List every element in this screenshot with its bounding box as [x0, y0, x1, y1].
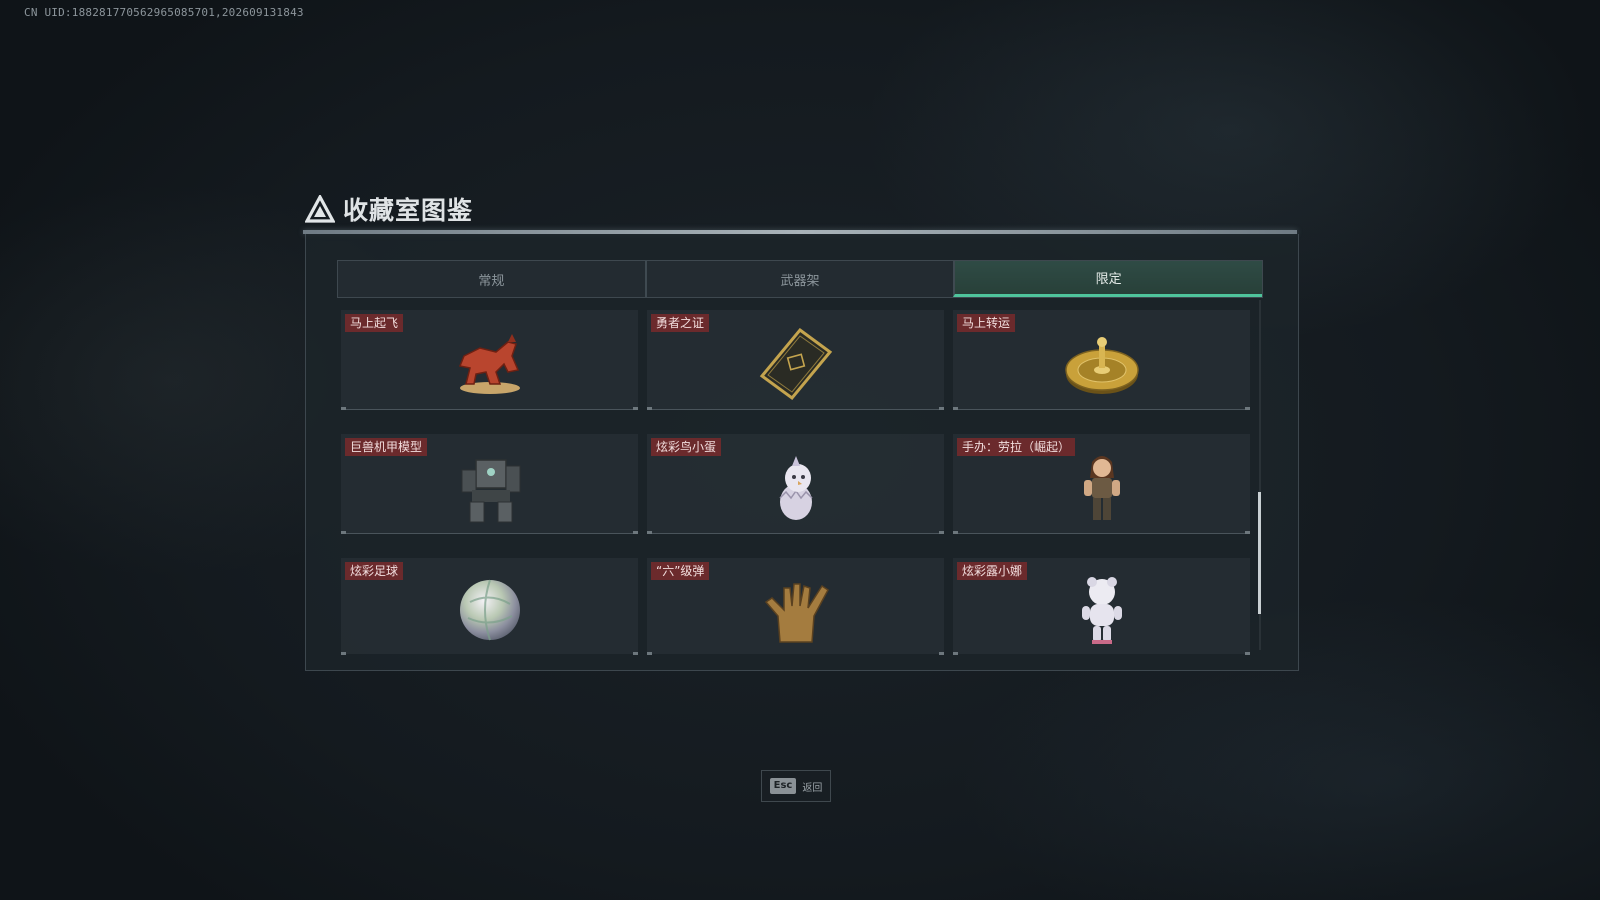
- item-card[interactable]: 炫彩足球: [341, 558, 638, 655]
- mech-model-icon: [461, 458, 520, 522]
- item-card[interactable]: 马上转运: [953, 310, 1250, 410]
- item-name: 马上起飞: [345, 314, 404, 332]
- item-name: 炫彩鸟小蛋: [651, 438, 722, 456]
- item-grid: 马上起飞 勇者之证 马上转运 巨兽机甲模型 炫彩鸟小蛋 手办：劳拉（崛起） 炫彩…: [341, 310, 1250, 658]
- item-card[interactable]: “六”级弹: [647, 558, 944, 655]
- gold-roulette-icon: [1064, 336, 1139, 394]
- item-name: 马上转运: [957, 314, 1016, 332]
- delta-logo-icon: [305, 195, 335, 223]
- white-doll-icon: [1081, 577, 1122, 644]
- back-label: 返回: [802, 782, 823, 794]
- red-horse-figurine-icon: [458, 333, 520, 394]
- iridescent-ball-icon: [459, 579, 520, 641]
- page-title: 收藏室图鉴: [305, 191, 473, 227]
- item-card[interactable]: 手办：劳拉（崛起）: [953, 434, 1250, 534]
- tab-limited[interactable]: 限定: [953, 261, 1263, 297]
- gold-card-icon: [759, 327, 832, 400]
- esc-key-icon: Esc: [769, 778, 797, 794]
- tab-regular[interactable]: 常规: [338, 261, 645, 297]
- item-name: 炫彩足球: [345, 562, 404, 580]
- lara-figure-icon: [1083, 455, 1120, 520]
- item-card[interactable]: 马上起飞: [341, 310, 638, 410]
- item-name: 勇者之证: [651, 314, 710, 332]
- bird-egg-icon: [778, 455, 813, 520]
- category-tabs: 常规 武器架 限定: [337, 260, 1263, 298]
- item-name: 炫彩露小娜: [957, 562, 1028, 580]
- uid-label: CN UID:188281770562965085701,20260913184…: [24, 6, 304, 19]
- golden-hand-icon: [764, 583, 829, 643]
- back-button[interactable]: Esc 返回: [761, 770, 831, 802]
- item-card[interactable]: 巨兽机甲模型: [341, 434, 638, 534]
- item-card[interactable]: 勇者之证: [647, 310, 944, 410]
- scrollbar-thumb[interactable]: [1258, 492, 1261, 614]
- item-card[interactable]: 炫彩鸟小蛋: [647, 434, 944, 534]
- item-card[interactable]: 炫彩露小娜: [953, 558, 1250, 655]
- tab-weapon-rack[interactable]: 武器架: [644, 261, 954, 297]
- item-name: 巨兽机甲模型: [345, 438, 428, 456]
- item-name: 手办：劳拉（崛起）: [957, 438, 1076, 456]
- page-title-text: 收藏室图鉴: [343, 196, 474, 225]
- item-name: “六”级弹: [651, 562, 710, 580]
